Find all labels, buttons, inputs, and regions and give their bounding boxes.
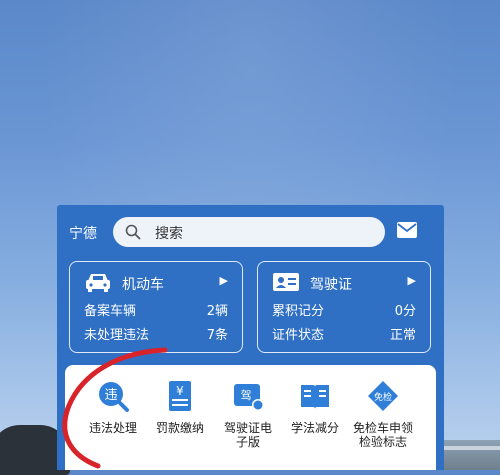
chevron-right-icon: ▶ [219,274,228,287]
vehicle-row-registered: 备案车辆 2辆 [84,300,228,319]
id-card-icon [273,273,299,291]
e-license-icon-glyph: 驾 [241,389,252,402]
service-label-line: 子版 [235,435,260,449]
app-window: 宁德 搜索 机动车 ▶ 备案车辆 2辆 未处理违法 7条 驾驶证 ▶ 累积记分 … [57,205,444,470]
fine-icon-glyph: ¥ [176,384,184,398]
book-icon [301,385,329,409]
violation-icon: 违 [99,382,129,412]
row-value: 正常 [389,328,416,343]
service-fine-payment[interactable]: ¥ 罚款缴纳 [145,379,215,435]
row-label: 累积记分 [272,304,325,319]
vehicle-card[interactable]: 机动车 ▶ 备案车辆 2辆 未处理违法 7条 [69,261,243,353]
service-label: 免检车申领 检验标志 [348,421,418,449]
service-label: 驾驶证电 子版 [213,421,283,449]
row-label: 证件状态 [272,328,325,343]
car-icon [86,274,110,292]
license-row-status: 证件状态 正常 [272,324,416,343]
city-selector[interactable]: 宁德 [69,223,97,243]
search-placeholder: 搜索 [155,226,183,242]
service-label-line: 免检车申领 [352,421,413,435]
row-value: 2辆 [206,304,228,319]
vehicle-row-violations: 未处理违法 7条 [84,324,228,343]
vehicle-card-title: 机动车 [122,277,164,293]
license-row-points: 累积记分 0分 [272,300,416,319]
service-label-line: 检验标志 [358,435,407,449]
service-label: 违法处理 [88,421,137,435]
services-panel: 违 违法处理 ¥ 罚款缴纳 驾 驾驶证电 子版 学法减分 免检 免检车申领 检验… [65,365,436,470]
row-value: 0分 [394,304,416,319]
row-label: 未处理违法 [84,328,150,343]
guard-rail [440,446,500,450]
e-license-icon: 驾 [234,384,264,411]
row-value: 7条 [206,328,228,343]
inspection-exempt-icon: 免检 [368,381,398,411]
inspection-icon-glyph: 免检 [374,391,392,403]
service-label: 学法减分 [290,421,339,435]
license-card[interactable]: 驾驶证 ▶ 累积记分 0分 证件状态 正常 [257,261,431,353]
service-violation-handling[interactable]: 违 违法处理 [78,379,148,435]
service-e-license[interactable]: 驾 驾驶证电 子版 [213,379,283,449]
license-card-title: 驾驶证 [310,277,352,293]
search-icon [125,224,141,240]
service-study-law[interactable]: 学法减分 [280,379,350,435]
service-label: 罚款缴纳 [155,421,204,435]
search-input[interactable]: 搜索 [113,217,385,247]
fine-payment-icon: ¥ [169,381,191,411]
mail-icon[interactable] [397,222,417,238]
service-label-line: 驾驶证电 [223,421,272,435]
chevron-right-icon: ▶ [407,274,416,287]
violation-icon-glyph: 违 [104,388,117,403]
service-inspection-exempt[interactable]: 免检 免检车申领 检验标志 [348,379,418,449]
row-label: 备案车辆 [84,304,137,319]
